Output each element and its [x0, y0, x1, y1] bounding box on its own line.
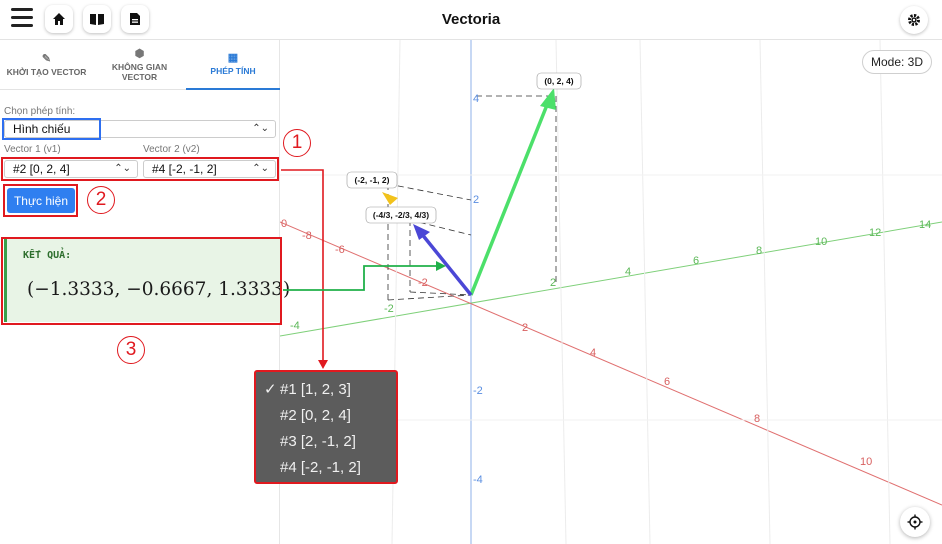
home-icon	[53, 13, 65, 25]
vector-selects-highlight	[1, 157, 279, 181]
tab-vector-space[interactable]: ⬢ KHÔNG GIAN VECTOR	[93, 40, 186, 90]
tab-label: PHÉP TÍNH	[210, 65, 256, 76]
vector-projection-label: (-4/3, -2/3, 4/3)	[373, 210, 429, 220]
y-tick-label: 12	[869, 227, 881, 239]
top-bar: Vectoria	[0, 0, 942, 40]
result-connector	[283, 265, 436, 291]
grid-line	[639, 40, 651, 544]
grid-line	[555, 40, 567, 544]
dropdown-option[interactable]: #3 [2, -1, 2]	[256, 430, 396, 456]
vector-v1-label: (0, 2, 4)	[544, 76, 573, 86]
dropdown-option-label: #4 [-2, -1, 2]	[280, 459, 361, 476]
result-highlight	[1, 237, 282, 325]
x-tick-label: 8	[754, 413, 760, 425]
checkmark-icon: ✓	[264, 381, 277, 398]
tab-bar: ✎ KHỞI TẠO VECTOR ⬢ KHÔNG GIAN VECTOR ▦ …	[0, 40, 280, 90]
operation-label: Chọn phép tính:	[4, 106, 76, 117]
recenter-button[interactable]	[900, 507, 930, 537]
vector2-label: Vector 2 (v2)	[143, 144, 200, 155]
x-tick-label: 0	[281, 218, 287, 230]
y-tick-label: 8	[756, 245, 762, 257]
dropdown-option-label: #3 [2, -1, 2]	[280, 433, 356, 450]
book-button[interactable]	[83, 5, 111, 33]
dropdown-option[interactable]: #2 [0, 2, 4]	[256, 404, 396, 430]
cube-icon: ⬢	[134, 47, 145, 60]
home-button[interactable]	[45, 5, 73, 33]
step-marker-2: 2	[87, 186, 115, 214]
x-tick-label: 4	[590, 347, 596, 359]
step-marker-3: 3	[117, 336, 145, 364]
y-axis	[280, 221, 942, 337]
x-tick-label: -6	[335, 244, 345, 256]
y-tick-label: 10	[815, 236, 827, 248]
document-icon	[130, 13, 140, 25]
x-tick-label: -8	[302, 230, 312, 242]
vector-projection-arrowhead	[413, 224, 430, 240]
vector-v1-arrowhead	[540, 88, 556, 110]
vector-v2-label: (-2, -1, 2)	[355, 175, 390, 185]
y-tick-label: 6	[693, 255, 699, 267]
book-icon	[90, 14, 104, 25]
operation-highlight	[2, 118, 101, 140]
tab-create-vector[interactable]: ✎ KHỞI TẠO VECTOR	[0, 40, 93, 90]
y-tick-label: 4	[625, 266, 631, 278]
dropdown-option-label: #1 [1, 2, 3]	[280, 381, 351, 398]
vector-dropdown-menu: ✓ #1 [1, 2, 3] #2 [0, 2, 4] #3 [2, -1, 2…	[254, 370, 398, 484]
z-tick-label: 4	[473, 93, 479, 105]
tab-label: KHỞI TẠO VECTOR	[6, 66, 87, 77]
dropdown-option[interactable]: ✓ #1 [1, 2, 3]	[256, 378, 396, 404]
projection-guides	[387, 95, 557, 301]
grid-line	[759, 40, 771, 544]
chevron-updown-icon: ⌃⌄	[252, 123, 269, 134]
z-tick-label: -4	[473, 474, 483, 486]
y-tick-label: -4	[290, 320, 300, 332]
vector-v1	[469, 99, 551, 296]
dropdown-option[interactable]: #4 [-2, -1, 2]	[256, 456, 396, 482]
gear-icon	[908, 14, 920, 26]
menu-icon[interactable]	[11, 8, 33, 30]
document-button[interactable]	[121, 5, 149, 33]
vector1-label: Vector 1 (v1)	[4, 144, 61, 155]
crosshair-icon	[907, 514, 923, 530]
settings-button[interactable]	[900, 6, 928, 34]
tab-label: KHÔNG GIAN VECTOR	[111, 61, 168, 82]
y-tick-label: 2	[550, 277, 556, 289]
x-tick-label: 2	[522, 322, 528, 334]
run-button-highlight	[3, 184, 78, 217]
z-tick-label: 2	[473, 194, 479, 206]
x-tick-label: -2	[418, 277, 428, 289]
calculator-icon: ▦	[227, 51, 239, 64]
tab-operations[interactable]: ▦ PHÉP TÍNH	[186, 40, 280, 90]
dropdown-connector	[281, 169, 324, 360]
vector-v2-arrowhead	[382, 192, 398, 205]
edit-icon: ✎	[41, 52, 52, 65]
connector-arrowhead	[318, 360, 328, 369]
y-tick-label: -2	[384, 303, 394, 315]
x-tick-label: 6	[664, 376, 670, 388]
x-tick-label: 10	[860, 456, 872, 468]
grid-line	[879, 40, 891, 544]
z-tick-label: -2	[473, 385, 483, 397]
mode-toggle-button[interactable]: Mode: 3D	[862, 50, 932, 74]
y-tick-label: 14	[919, 219, 931, 231]
dropdown-option-label: #2 [0, 2, 4]	[280, 407, 351, 424]
